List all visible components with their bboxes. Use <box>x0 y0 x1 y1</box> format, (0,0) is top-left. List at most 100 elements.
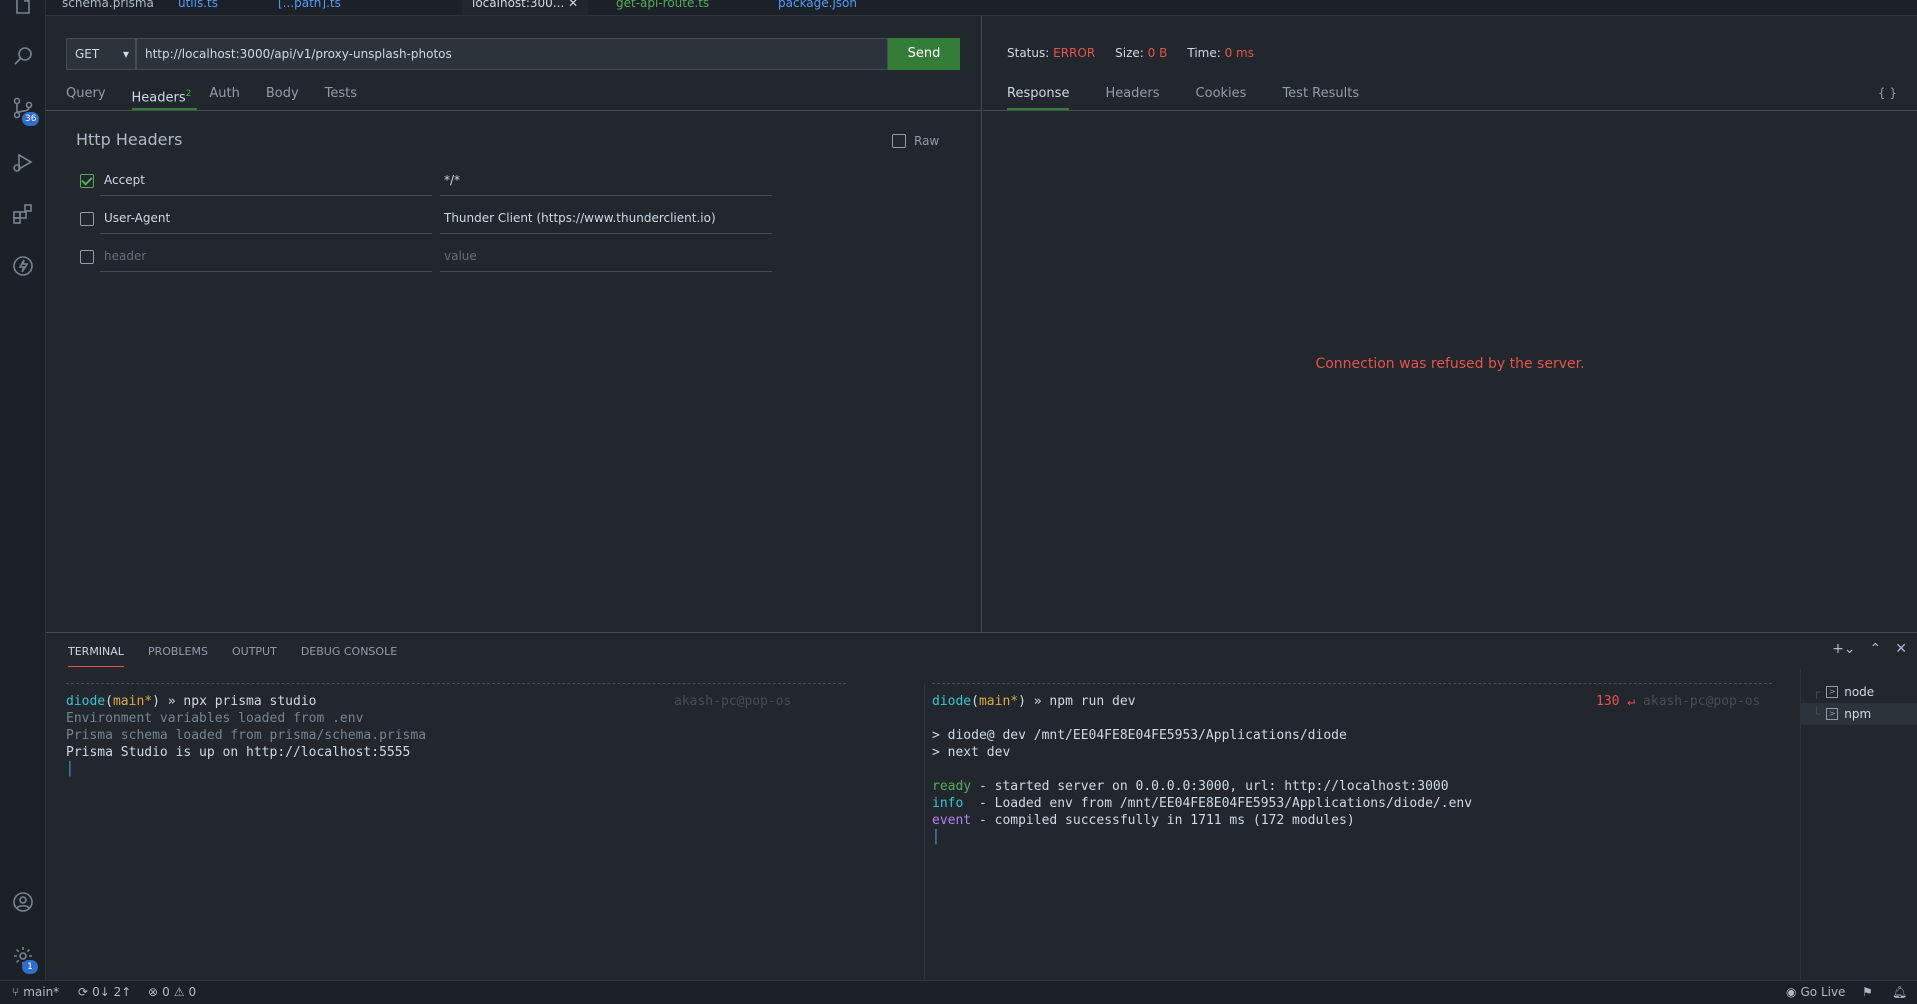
tree-connector: └ <box>1813 707 1821 721</box>
branch-icon: ⑂ <box>12 985 20 999</box>
tab-headers[interactable]: Headers2 <box>131 84 198 110</box>
time-label: Time: <box>1187 46 1221 60</box>
command: npx prisma studio <box>183 694 317 709</box>
ready-message: - started server on 0.0.0.0:3000, url: h… <box>971 779 1449 794</box>
headers-count-badge: 2 <box>185 89 192 99</box>
cursor: │ <box>66 762 74 777</box>
prompt-branch: main <box>112 694 145 709</box>
tab-query[interactable]: Query <box>66 84 120 110</box>
maximize-panel-icon[interactable]: ⌃ <box>1870 641 1882 657</box>
tree-connector: ┌ <box>1813 685 1821 699</box>
prompt-branch-open: ( <box>105 694 113 709</box>
tab-package-json[interactable]: package.json <box>768 0 867 15</box>
editor-tabs: schema.prisma utils.ts [...path].ts loca… <box>46 0 1917 16</box>
event-tag: event <box>932 813 972 828</box>
header-enabled-checkbox[interactable] <box>80 250 94 264</box>
output-line: > next dev <box>932 745 1011 760</box>
search-icon[interactable] <box>0 36 46 76</box>
terminal-list-item[interactable]: ┌ > node <box>1801 681 1917 703</box>
close-icon[interactable]: ✕ <box>568 0 578 10</box>
tab-response[interactable]: Response <box>1007 84 1070 110</box>
url-input[interactable]: http://localhost:3000/api/v1/proxy-unspl… <box>136 38 888 70</box>
tab-tests[interactable]: Tests <box>325 84 371 110</box>
header-name-input[interactable]: Accept <box>100 168 432 196</box>
go-live-button[interactable]: ◉ Go Live <box>1786 985 1845 999</box>
tab-auth[interactable]: Auth <box>209 84 253 110</box>
new-terminal-icon[interactable]: +⌄ <box>1832 641 1855 657</box>
host-label: akash-pc@pop-os <box>1642 694 1761 709</box>
branch-name: main* <box>23 985 60 999</box>
header-row-new: header value <box>80 244 940 272</box>
thunder-client-icon[interactable] <box>0 246 46 286</box>
prompt-arrow: » <box>159 694 184 709</box>
host-label: akash-pc@pop-os <box>674 694 792 709</box>
notifications-bell-icon[interactable]: 🔔︎ <box>1892 985 1907 999</box>
run-debug-icon[interactable] <box>0 142 46 182</box>
exit-status: 130 ↵ akash-pc@pop-os <box>1596 693 1760 710</box>
terminal-list-item[interactable]: └ > npm <box>1801 703 1917 725</box>
terminal-npm[interactable]: diode(main*) » npm run dev > diode@ dev … <box>932 693 1472 846</box>
branch-indicator[interactable]: ⑂ main* <box>12 985 59 999</box>
response-panel: Status: ERROR Size: 0 B Time: 0 ms Respo… <box>983 16 1917 632</box>
tab-terminal[interactable]: TERMINAL <box>68 643 124 667</box>
tab-get-api-route[interactable]: get-api-route.ts <box>606 0 719 15</box>
tab-utils-ts[interactable]: utils.ts <box>168 0 228 15</box>
method-select[interactable]: GET <box>66 38 136 70</box>
raw-checkbox[interactable] <box>892 134 906 148</box>
time-value: 0 ms <box>1224 46 1254 60</box>
header-value-input[interactable]: */* <box>440 168 772 196</box>
send-button[interactable]: Send <box>888 38 960 70</box>
prompt-branch-open: ( <box>971 694 979 709</box>
terminal-icon: > <box>1826 686 1839 698</box>
new-header-name-input[interactable]: header <box>100 244 432 272</box>
account-icon[interactable] <box>0 882 46 922</box>
header-value-input[interactable]: Thunder Client (https://www.thunderclien… <box>440 206 772 234</box>
raw-toggle[interactable]: Raw <box>892 134 939 148</box>
tab-response-headers[interactable]: Headers <box>1105 84 1159 110</box>
json-format-icon[interactable]: { } <box>1878 86 1897 100</box>
output-line: Prisma Studio is up on http://localhost:… <box>66 745 411 760</box>
size-value: 0 B <box>1147 46 1168 60</box>
panel-tabs: TERMINAL PROBLEMS OUTPUT DEBUG CONSOLE <box>68 643 397 667</box>
feedback-icon[interactable]: ⚑ <box>1862 985 1873 999</box>
divider <box>983 110 1917 111</box>
settings-badge: 1 <box>22 960 38 974</box>
tab-debug-console[interactable]: DEBUG CONSOLE <box>301 643 397 667</box>
request-panel: GET http://localhost:3000/api/v1/proxy-u… <box>46 16 982 632</box>
header-name-input[interactable]: User-Agent <box>100 206 432 234</box>
tab-body[interactable]: Body <box>266 84 313 110</box>
close-panel-icon[interactable]: ✕ <box>1895 641 1907 657</box>
tab-cookies[interactable]: Cookies <box>1196 84 1247 110</box>
warning-icon: ⚠ <box>173 985 185 999</box>
output-line: Environment variables loaded from .env <box>66 711 364 726</box>
info-tag: info <box>932 796 964 811</box>
header-enabled-checkbox[interactable] <box>80 174 94 188</box>
tab-test-results[interactable]: Test Results <box>1282 84 1359 110</box>
time-stat: Time: 0 ms <box>1187 46 1254 60</box>
command: npm run dev <box>1049 694 1136 709</box>
explorer-icon[interactable] <box>0 0 46 26</box>
tab-schema-prisma[interactable]: schema.prisma <box>52 0 164 15</box>
terminal-prisma[interactable]: diode(main*) » npx prisma studio Environ… <box>66 693 426 778</box>
info-message: - Loaded env from /mnt/EE04FE8E04FE5953/… <box>963 796 1473 811</box>
prompt-dir: diode <box>932 694 972 709</box>
status-stat: Status: ERROR <box>1007 46 1095 60</box>
source-control-icon[interactable]: 36 <box>0 88 46 128</box>
http-headers-title: Http Headers <box>76 130 183 149</box>
sync-indicator[interactable]: ⟳ 0↓ 2↑ <box>78 985 131 999</box>
tab-output[interactable]: OUTPUT <box>232 643 277 667</box>
raw-label: Raw <box>914 134 940 148</box>
tab-localhost[interactable]: localhost:300... ✕ <box>462 0 589 15</box>
tab-path-ts[interactable]: [...path].ts <box>268 0 351 15</box>
prompt-branch-close: ) <box>152 694 160 709</box>
tab-problems[interactable]: PROBLEMS <box>148 643 208 667</box>
size-label: Size: <box>1115 46 1144 60</box>
settings-gear-icon[interactable]: 1 <box>0 936 46 976</box>
header-enabled-checkbox[interactable] <box>80 212 94 226</box>
exit-code: 130 ↵ <box>1596 694 1636 709</box>
problems-indicator[interactable]: ⊗ 0 ⚠ 0 <box>148 985 196 999</box>
prompt-dir: diode <box>66 694 106 709</box>
extensions-icon[interactable] <box>0 194 46 234</box>
terminal-split-divider[interactable] <box>924 683 925 981</box>
new-header-value-input[interactable]: value <box>440 244 772 272</box>
